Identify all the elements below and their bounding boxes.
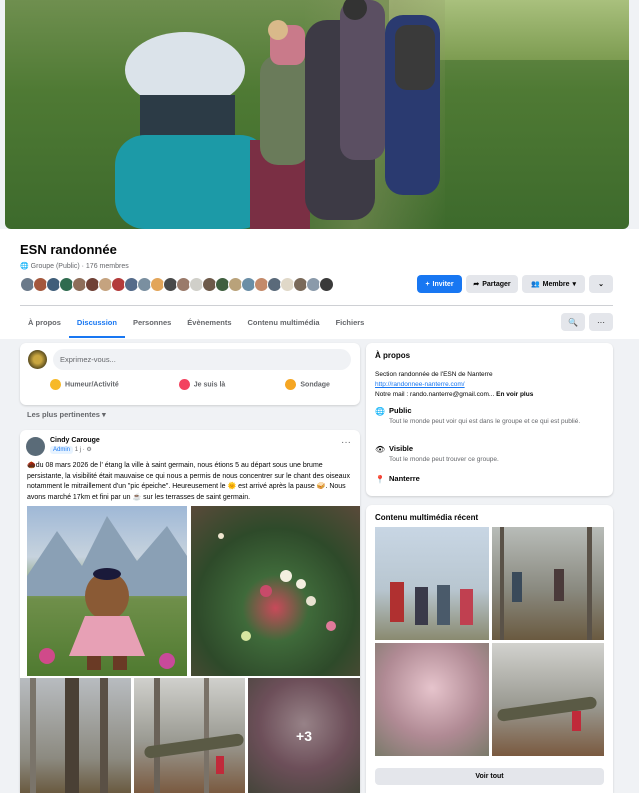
tab-events[interactable]: Évènements bbox=[179, 312, 239, 338]
location-name[interactable]: Nanterre bbox=[389, 474, 420, 483]
composer-card: Exprimez-vous... Humeur/Activité Je suis… bbox=[20, 343, 360, 405]
tab-discussion[interactable]: Discussion bbox=[68, 312, 125, 338]
forest-path-illustration bbox=[500, 527, 592, 640]
group-photo-illustration bbox=[390, 582, 473, 625]
invite-label: Inviter bbox=[432, 280, 454, 288]
recent-media-card: Contenu multimédia récent Voir tout bbox=[366, 505, 613, 793]
media-photo-group[interactable] bbox=[375, 527, 489, 640]
see-more-link[interactable]: En voir plus bbox=[496, 391, 533, 398]
composer-input[interactable]: Exprimez-vous... bbox=[53, 349, 351, 370]
about-description: Section randonnée de l'ESN de Nanterre bbox=[375, 371, 493, 378]
member-button[interactable]: 👥 Membre ▾ bbox=[522, 275, 585, 293]
cover-photo[interactable] bbox=[5, 0, 629, 229]
member-avatar[interactable] bbox=[319, 277, 334, 292]
more-options-button[interactable]: ⌄ bbox=[589, 275, 613, 293]
member-avatars[interactable] bbox=[20, 277, 334, 292]
checkin-button[interactable]: Je suis là bbox=[178, 379, 226, 390]
member-label: Membre bbox=[542, 280, 570, 288]
post-photo-marmot[interactable] bbox=[27, 506, 187, 676]
hikers-illustration bbox=[115, 0, 440, 229]
tab-media[interactable]: Contenu multimédia bbox=[239, 312, 327, 338]
about-title: À propos bbox=[375, 351, 411, 360]
search-icon: 🔍 bbox=[568, 317, 578, 327]
more-photos-overlay[interactable]: +3 bbox=[248, 678, 360, 793]
author-avatar[interactable] bbox=[26, 437, 45, 456]
about-mail: Notre mail : rando.nanterre@gmail.com... bbox=[375, 391, 497, 398]
post-author[interactable]: Cindy Carouge bbox=[50, 437, 100, 444]
smiley-icon bbox=[50, 379, 62, 390]
poll-label: Sondage bbox=[300, 381, 330, 389]
caret-down-icon: ▾ bbox=[572, 281, 577, 288]
tab-people[interactable]: Personnes bbox=[125, 312, 179, 338]
group-name: ESN randonnée bbox=[20, 242, 117, 257]
see-all-button[interactable]: Voir tout bbox=[375, 768, 604, 785]
admin-badge: Admin bbox=[50, 446, 74, 454]
website-link[interactable]: http://randonnee-nanterre.com/ bbox=[375, 381, 465, 388]
post-photo-fallen-tree[interactable] bbox=[134, 678, 245, 793]
about-link-row: http://randonnee-nanterre.com/ bbox=[375, 380, 465, 389]
group-meta: 🌐 Groupe (Public) · 176 membres bbox=[20, 262, 129, 270]
mood-button[interactable]: Humeur/Activité bbox=[50, 379, 119, 390]
post-more-button[interactable]: ··· bbox=[341, 437, 351, 448]
share-label: Partager bbox=[482, 280, 511, 288]
members-icon: 👥 bbox=[530, 281, 540, 288]
media-title: Contenu multimédia récent bbox=[375, 513, 479, 522]
post-subtitle: Admin 1 j · ⚙ bbox=[50, 446, 92, 454]
tab-about[interactable]: À propos bbox=[20, 312, 69, 338]
fallen-tree-illustration bbox=[144, 678, 244, 793]
post-card: Cindy Carouge Admin 1 j · ⚙ ··· 🌰du 08 m… bbox=[20, 430, 360, 793]
post-photo-tree[interactable] bbox=[20, 678, 131, 793]
poll-icon bbox=[285, 379, 297, 390]
mood-label: Humeur/Activité bbox=[65, 381, 119, 389]
plus-icon: + bbox=[425, 280, 430, 288]
tab-more-button[interactable]: ··· bbox=[589, 313, 613, 331]
visibility-title: Visible bbox=[389, 444, 414, 453]
tab-files[interactable]: Fichiers bbox=[328, 312, 373, 338]
group-meta-text: Groupe (Public) · 176 membres bbox=[30, 263, 129, 270]
checkin-label: Je suis là bbox=[193, 381, 226, 389]
eye-icon: 👁 bbox=[375, 445, 386, 454]
post-photo-flowers[interactable] bbox=[191, 506, 360, 676]
about-mail-row: Notre mail : rando.nanterre@gmail.com...… bbox=[375, 390, 533, 399]
marmot-illustration bbox=[27, 516, 187, 670]
about-card: À propos Section randonnée de l'ESN de N… bbox=[366, 343, 613, 496]
group-avatar bbox=[28, 350, 47, 369]
visibility-description: Tout le monde peut trouver ce groupe. bbox=[389, 456, 499, 463]
sort-dropdown[interactable]: Les plus pertinentes ▾ bbox=[27, 410, 106, 419]
fallen-tree-illustration-2 bbox=[497, 696, 597, 731]
media-photo-forest-path[interactable] bbox=[492, 527, 604, 640]
post-photo-blossom[interactable]: +3 bbox=[248, 678, 360, 793]
composer-actions: Humeur/Activité Je suis là Sondage bbox=[20, 379, 360, 390]
location-pin-icon: 📍 bbox=[375, 475, 385, 484]
search-button[interactable]: 🔍 bbox=[561, 313, 585, 331]
ellipsis-icon: ··· bbox=[597, 317, 605, 327]
globe-icon: 🌐 bbox=[375, 407, 385, 416]
privacy-title: Public bbox=[389, 406, 412, 415]
privacy-description: Tout le monde peut voir qui est dans le … bbox=[389, 418, 581, 425]
location-pin-icon bbox=[178, 379, 190, 390]
chevron-down-icon: ⌄ bbox=[598, 281, 604, 288]
share-icon: ➦ bbox=[473, 281, 480, 288]
poll-button[interactable]: Sondage bbox=[285, 379, 330, 390]
globe-icon: 🌐 bbox=[20, 263, 29, 270]
post-time[interactable]: 1 j · ⚙ bbox=[75, 447, 92, 453]
post-text: 🌰du 08 mars 2026 de l' étang la ville à … bbox=[27, 462, 350, 501]
tree-illustration bbox=[30, 678, 108, 793]
invite-button[interactable]: + Inviter bbox=[417, 275, 462, 293]
share-button[interactable]: ➦ Partager bbox=[466, 275, 518, 293]
media-photo-fallen-tree[interactable] bbox=[492, 643, 604, 756]
hellebore-illustration bbox=[218, 533, 336, 641]
group-tabs: À propos Discussion Personnes Évènements… bbox=[20, 312, 372, 338]
media-photo-blossom[interactable] bbox=[375, 643, 489, 756]
header-divider bbox=[20, 305, 613, 306]
